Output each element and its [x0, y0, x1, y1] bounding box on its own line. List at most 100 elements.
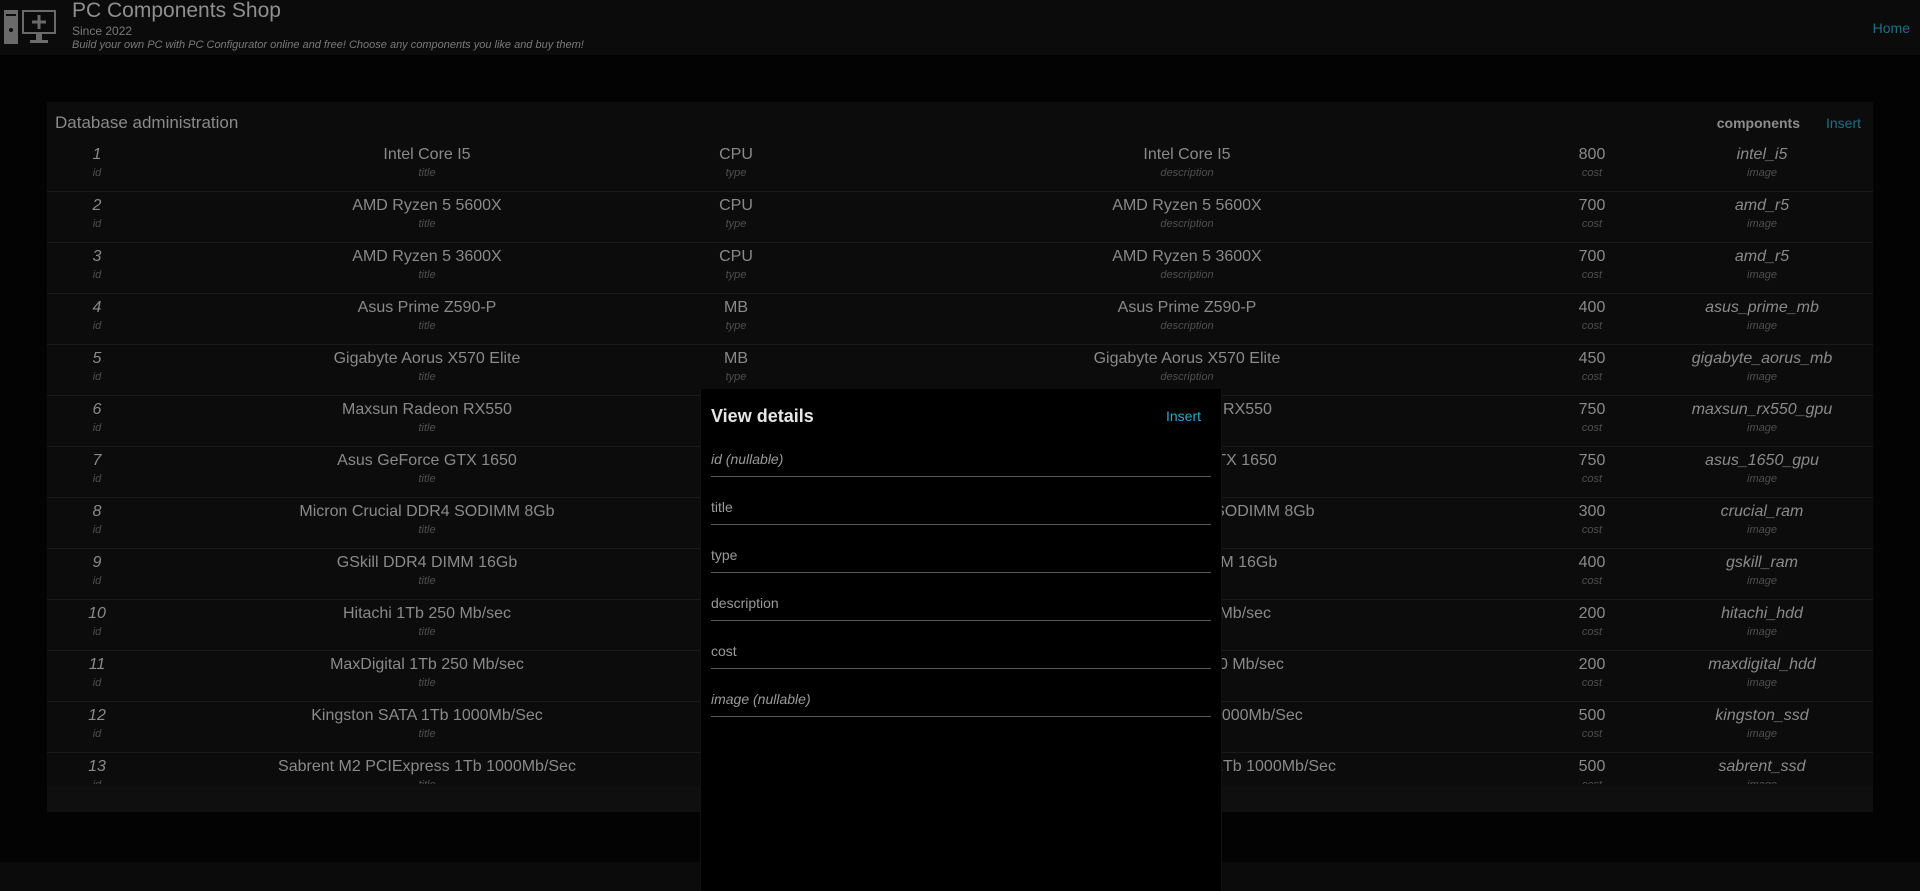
image-cell: maxdigital_hdd image: [1677, 651, 1847, 701]
description-field: [711, 584, 1211, 621]
cost-value: 450: [1578, 350, 1606, 367]
type-label: type: [725, 320, 747, 332]
cost-label: cost: [1581, 371, 1603, 383]
image-label: image: [1747, 320, 1777, 332]
image-label: image: [1747, 167, 1777, 179]
image-field: [711, 680, 1211, 717]
id-cell: 1 id: [67, 141, 127, 191]
type-value: MB: [724, 299, 748, 316]
site-header: PC Components Shop Since 2022 Build your…: [0, 0, 1920, 55]
id-cell: 9 id: [67, 549, 127, 599]
image-cell: maxsun_rx550_gpu image: [1677, 396, 1847, 446]
type-cell: CPU type: [651, 243, 821, 293]
title-cell: Asus Prime Z590-P title: [177, 294, 677, 344]
id-label: id: [92, 575, 102, 587]
type-label: type: [725, 371, 747, 383]
image-label: image: [1677, 779, 1847, 784]
pc-configurator-logo-icon: [4, 10, 56, 44]
description-value: Asus Prime Z590-P: [1117, 299, 1257, 316]
id-cell: 7 id: [67, 447, 127, 497]
image-cell: amd_r5 image: [1677, 192, 1847, 242]
title-label: title: [418, 677, 436, 689]
image-label: image: [1747, 626, 1777, 638]
cost-value: 750: [1578, 401, 1606, 418]
cost-cell: 500 cost: [1552, 753, 1632, 784]
id-value: 12: [88, 707, 106, 724]
description-value: Intel Core I5: [1143, 146, 1231, 163]
cost-label: cost: [1581, 677, 1603, 689]
cost-input[interactable]: [711, 640, 1201, 662]
title-label: title: [418, 524, 436, 536]
type-input[interactable]: [711, 544, 1201, 566]
image-label: image: [1747, 677, 1777, 689]
id-value: 3: [92, 248, 102, 265]
cost-label: cost: [1581, 422, 1603, 434]
home-link[interactable]: Home: [1873, 20, 1910, 36]
type-value: MB: [724, 350, 748, 367]
cost-label: cost: [1581, 218, 1603, 230]
id-cell: 11 id: [67, 651, 127, 701]
title-cell: MaxDigital 1Tb 250 Mb/sec title: [177, 651, 677, 701]
id-label: id: [92, 473, 102, 485]
id-label: id: [92, 524, 102, 536]
description-cell: Asus Prime Z590-P description: [877, 294, 1497, 344]
description-label: description: [1160, 269, 1214, 281]
title-label: title: [418, 473, 436, 485]
id-label: id: [92, 218, 102, 230]
description-label: description: [1160, 371, 1214, 383]
title-label: title: [418, 575, 436, 587]
id-cell: 2 id: [67, 192, 127, 242]
site-since: Since 2022: [72, 24, 133, 38]
cost-label: cost: [1552, 779, 1632, 784]
image-input[interactable]: [711, 688, 1201, 710]
title-cell: Hitachi 1Tb 250 Mb/sec title: [177, 600, 677, 650]
image-cell: kingston_ssd image: [1677, 702, 1847, 752]
description-label: description: [1160, 218, 1214, 230]
title-cell: Micron Crucial DDR4 SODIMM 8Gb title: [177, 498, 677, 548]
cost-cell: 400 cost: [1552, 549, 1632, 599]
image-value: maxsun_rx550_gpu: [1691, 401, 1833, 418]
cost-cell: 200 cost: [1552, 651, 1632, 701]
id-cell: 12 id: [67, 702, 127, 752]
type-value: CPU: [719, 197, 753, 214]
title-value: MaxDigital 1Tb 250 Mb/sec: [330, 656, 524, 673]
type-cell: MB type: [651, 294, 821, 344]
table-row[interactable]: 2 id AMD Ryzen 5 5600X title CPU type AMD Ryze…: [47, 192, 1873, 243]
table-row[interactable]: 1 id Intel Core I5 title CPU type Intel Core I…: [47, 141, 1873, 192]
cost-label: cost: [1581, 728, 1603, 740]
view-details-dialog: View details Insert: [700, 389, 1222, 891]
description-input[interactable]: [711, 592, 1201, 614]
id-value: 13: [88, 758, 106, 775]
id-cell: 4 id: [67, 294, 127, 344]
title-label: title: [177, 779, 677, 784]
id-value: 6: [92, 401, 102, 418]
collection-name: components: [1716, 115, 1800, 131]
id-input[interactable]: [711, 448, 1201, 470]
title-input[interactable]: [711, 496, 1201, 518]
title-label: title: [418, 728, 436, 740]
dialog-insert-button[interactable]: Insert: [1166, 408, 1201, 424]
title-value: Gigabyte Aorus X570 Elite: [333, 350, 521, 367]
table-row[interactable]: 3 id AMD Ryzen 5 3600X title CPU type AMD Ryze…: [47, 243, 1873, 294]
cost-value: 400: [1578, 554, 1606, 571]
id-label: id: [92, 422, 102, 434]
id-cell: 5 id: [67, 345, 127, 395]
panel-insert-button[interactable]: Insert: [1826, 115, 1861, 131]
id-value: 4: [92, 299, 102, 316]
title-value: Hitachi 1Tb 250 Mb/sec: [342, 605, 512, 622]
cost-cell: 300 cost: [1552, 498, 1632, 548]
description-label: description: [1160, 320, 1214, 332]
image-label: image: [1747, 269, 1777, 281]
cost-field: [711, 632, 1211, 669]
title-label: title: [418, 371, 436, 383]
description-cell: AMD Ryzen 5 5600X description: [877, 192, 1497, 242]
id-cell: 6 id: [67, 396, 127, 446]
site-tagline: Build your own PC with PC Configurator o…: [72, 39, 584, 51]
image-value: hitachi_hdd: [1721, 605, 1803, 622]
table-row[interactable]: 4 id Asus Prime Z590-P title MB type Asus Prim…: [47, 294, 1873, 345]
image-value: crucial_ram: [1720, 503, 1804, 520]
type-cell: CPU type: [651, 141, 821, 191]
cost-value: 400: [1578, 299, 1606, 316]
image-label: image: [1747, 728, 1777, 740]
title-value: Intel Core I5: [383, 146, 471, 163]
